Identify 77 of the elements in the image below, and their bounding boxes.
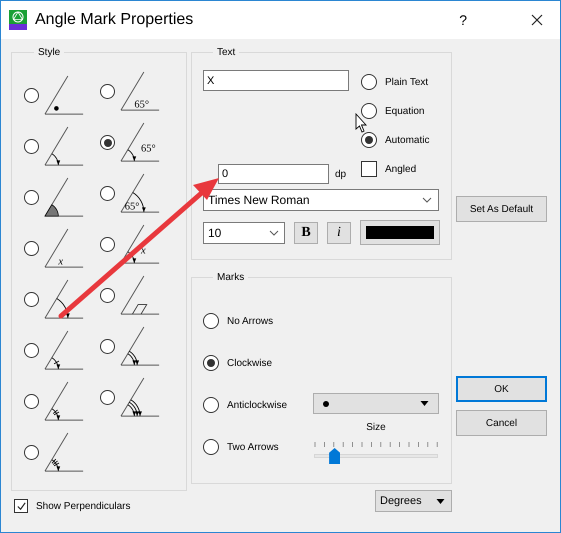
radio-label: Equation	[385, 106, 424, 116]
radio-label: No Arrows	[227, 316, 274, 326]
angle-mark-drawing	[44, 74, 86, 116]
text-input-field[interactable]: X	[203, 70, 349, 91]
radio-button[interactable]	[203, 397, 219, 413]
slider-thumb[interactable]	[329, 448, 340, 464]
cancel-button[interactable]: Cancel	[456, 410, 547, 436]
radio-button[interactable]	[24, 343, 39, 358]
angle-mark-drawing	[44, 126, 86, 168]
angle-mark-drawing: 65°	[120, 172, 162, 214]
angle-mark-drawing: x	[44, 228, 86, 270]
angle-mark-drawing	[44, 330, 86, 372]
angle-mark-drawing	[120, 326, 162, 368]
italic-button[interactable]: i	[327, 222, 351, 244]
caret-down-icon	[420, 401, 429, 406]
set-as-default-button[interactable]: Set As Default	[456, 196, 547, 222]
radio-label: Clockwise	[227, 358, 272, 368]
radio-button[interactable]	[100, 84, 115, 99]
help-button[interactable]: ?	[459, 12, 467, 28]
group-title: Text	[216, 47, 236, 58]
radio-button[interactable]	[24, 139, 39, 154]
group-title: Style	[37, 47, 62, 58]
radio-button[interactable]	[100, 288, 115, 303]
angle-mark-drawing	[120, 376, 162, 418]
angle-mark-drawing: x	[120, 224, 162, 266]
angle-mark-drawing	[44, 432, 86, 474]
radio-button[interactable]	[100, 339, 115, 354]
close-icon	[531, 14, 543, 26]
angle-mark-drawing	[44, 176, 86, 218]
radio-button[interactable]	[24, 88, 39, 103]
radio-button[interactable]	[361, 103, 377, 119]
caret-down-icon	[436, 498, 445, 504]
checkbox-label: Angled	[385, 164, 416, 174]
chevron-down-icon	[269, 230, 279, 236]
radio-label: Plain Text	[385, 76, 428, 88]
radio-label: Two Arrows	[227, 442, 279, 452]
units-dropdown[interactable]: Degrees	[375, 490, 452, 512]
radio-button[interactable]	[100, 237, 115, 252]
angle-mark-drawing: 65°	[120, 122, 162, 164]
angle-mark-drawing	[120, 274, 162, 316]
angle-mark-drawing	[44, 278, 86, 320]
radio-label: Anticlockwise	[227, 400, 288, 410]
angle-mark-drawing	[44, 380, 86, 422]
radio-button[interactable]	[203, 439, 219, 455]
radio-button[interactable]	[24, 241, 39, 256]
radio-label: Automatic	[385, 134, 430, 146]
angle-mark-drawing: 65°	[120, 70, 162, 112]
checkbox-label: Show Perpendiculars	[36, 500, 130, 512]
radio-button[interactable]	[100, 186, 115, 201]
close-button[interactable]	[531, 14, 543, 26]
chevron-down-icon	[422, 197, 432, 203]
radio-button[interactable]	[24, 445, 39, 460]
radio-button[interactable]	[100, 390, 115, 405]
slider-label: Size	[366, 422, 386, 433]
radio-button[interactable]	[203, 355, 219, 371]
radio-button[interactable]	[361, 132, 377, 148]
radio-button[interactable]	[203, 313, 219, 329]
radio-button[interactable]	[361, 74, 377, 90]
radio-button[interactable]	[24, 292, 39, 307]
unit-label: dp	[335, 168, 346, 180]
window-title: Angle Mark Properties	[35, 11, 194, 29]
app-logo-icon	[9, 10, 27, 30]
size-slider[interactable]	[314, 448, 438, 464]
radio-button[interactable]	[100, 135, 115, 150]
pointer-icon	[356, 112, 368, 133]
group-title: Marks	[216, 272, 246, 283]
radio-button[interactable]	[24, 190, 39, 205]
color-button[interactable]	[360, 220, 440, 245]
font-size-dropdown[interactable]: 10	[203, 222, 285, 244]
font-dropdown[interactable]: Times New Roman	[203, 189, 439, 211]
radio-button[interactable]	[24, 394, 39, 409]
ok-button[interactable]: OK	[456, 376, 547, 402]
checkbox[interactable]	[361, 161, 377, 177]
checkbox[interactable]	[14, 499, 28, 513]
dot-icon	[323, 400, 329, 406]
decimals-input-field[interactable]: 0	[218, 164, 329, 184]
bold-button[interactable]: B	[294, 222, 318, 244]
